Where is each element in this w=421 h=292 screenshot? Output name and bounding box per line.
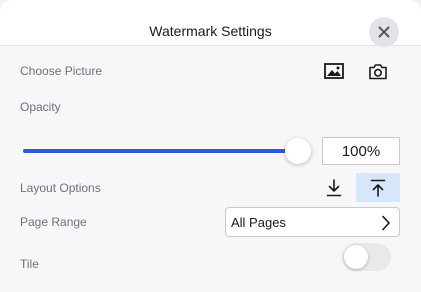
opacity-label: Opacity [20, 100, 61, 114]
arrow-up-from-line-icon [370, 179, 386, 197]
opacity-slider-thumb[interactable] [285, 138, 311, 164]
page-range-select[interactable]: All Pages [225, 207, 400, 237]
chevron-right-icon [382, 215, 390, 231]
layout-option-top-button[interactable] [356, 173, 400, 202]
dialog-title: Watermark Settings [149, 23, 272, 39]
camera-button[interactable] [365, 58, 391, 84]
opacity-slider[interactable] [20, 136, 312, 166]
choose-picture-label: Choose Picture [20, 64, 103, 78]
choose-from-gallery-button[interactable] [321, 58, 347, 84]
tile-toggle[interactable] [342, 243, 391, 271]
layout-options-label: Layout Options [20, 181, 101, 195]
layout-option-bottom-button[interactable] [312, 173, 356, 202]
tile-label: Tile [20, 257, 39, 271]
dialog-header: Watermark Settings [0, 0, 421, 47]
opacity-slider-track [23, 149, 298, 153]
close-button[interactable] [369, 17, 399, 47]
watermark-settings-dialog: Watermark Settings Choose Picture Opacit… [0, 0, 421, 292]
camera-icon [369, 63, 387, 79]
close-icon [378, 26, 390, 38]
opacity-slider-fill [23, 149, 298, 153]
page-range-value: All Pages [231, 215, 286, 230]
tile-toggle-knob [344, 245, 368, 269]
image-icon [324, 63, 344, 79]
page-range-label: Page Range [20, 215, 87, 229]
opacity-value-field[interactable]: 100% [322, 137, 400, 165]
arrow-down-to-line-icon [326, 178, 342, 196]
